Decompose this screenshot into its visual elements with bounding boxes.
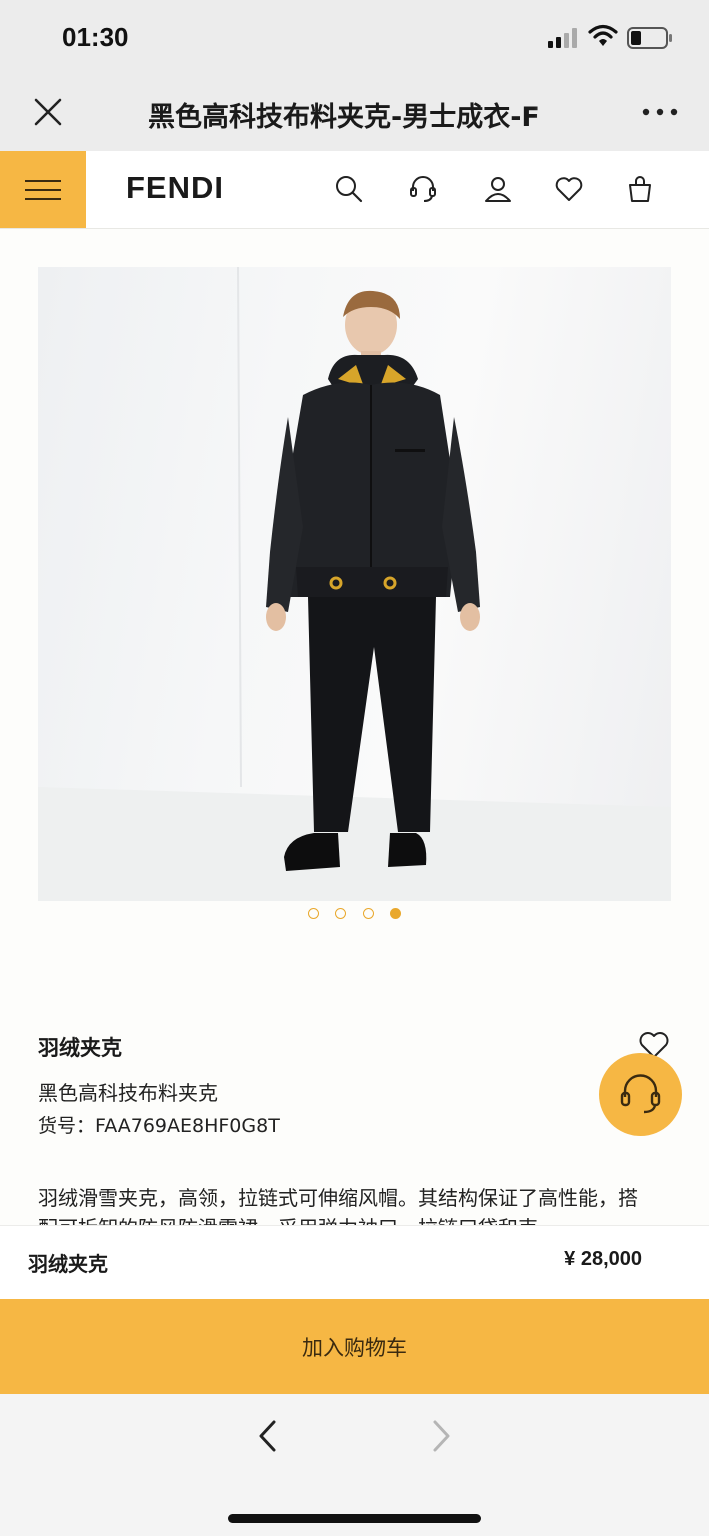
customer-service-button[interactable]: [599, 1053, 682, 1136]
product-category: 羽绒夹克: [38, 1036, 122, 1060]
hamburger-menu-button[interactable]: [0, 151, 86, 228]
more-options-icon[interactable]: [640, 100, 680, 124]
headset-icon: [620, 1074, 661, 1114]
page-title-fade: [534, 90, 578, 138]
hamburger-line: [25, 180, 61, 182]
hamburger-line: [25, 189, 61, 191]
hamburger-line: [25, 198, 61, 200]
cellular-signal-icon: [548, 28, 577, 48]
wifi-icon: [588, 24, 618, 46]
product-description: 羽绒滑雪夹克，高领，拉链式可伸缩风帽。其结构保证了高性能，搭配可拆卸的防风防滑雪…: [38, 1186, 638, 1227]
shopping-bag-icon[interactable]: [624, 173, 656, 205]
model-photo: [38, 267, 671, 901]
account-icon[interactable]: [482, 173, 514, 205]
product-image[interactable]: [38, 267, 671, 901]
gallery-dot[interactable]: [363, 908, 374, 919]
wishlist-icon[interactable]: [553, 173, 585, 205]
forward-arrow-icon[interactable]: [425, 1418, 457, 1454]
sku-label: 货号：: [38, 1115, 96, 1137]
brand-logo[interactable]: FENDI: [126, 170, 224, 206]
product-price: ¥ 28,000: [564, 1248, 642, 1270]
gallery-dot-active[interactable]: [390, 908, 401, 919]
product-name: 黑色高科技布料夹克: [38, 1081, 218, 1105]
close-icon[interactable]: [30, 94, 66, 130]
gallery-dot[interactable]: [308, 908, 319, 919]
back-arrow-icon[interactable]: [252, 1418, 284, 1454]
status-time: 01:30: [62, 22, 129, 52]
customer-service-icon[interactable]: [407, 173, 439, 205]
gallery-pagination: [0, 908, 709, 922]
home-indicator: [228, 1514, 481, 1523]
search-icon[interactable]: [333, 173, 365, 205]
product-sku: 货号：FAA769AE8HF0G8T: [38, 1111, 280, 1138]
add-to-cart-button[interactable]: 加入购物车: [0, 1299, 709, 1394]
battery-icon: [627, 27, 672, 49]
page-title: 黑色高科技布料夹克-男士成衣-F: [148, 102, 540, 133]
sku-value: FAA769AE8HF0G8T: [95, 1115, 280, 1137]
price-bar-product-name: 羽绒夹克: [28, 1252, 108, 1276]
gallery-dot[interactable]: [335, 908, 346, 919]
